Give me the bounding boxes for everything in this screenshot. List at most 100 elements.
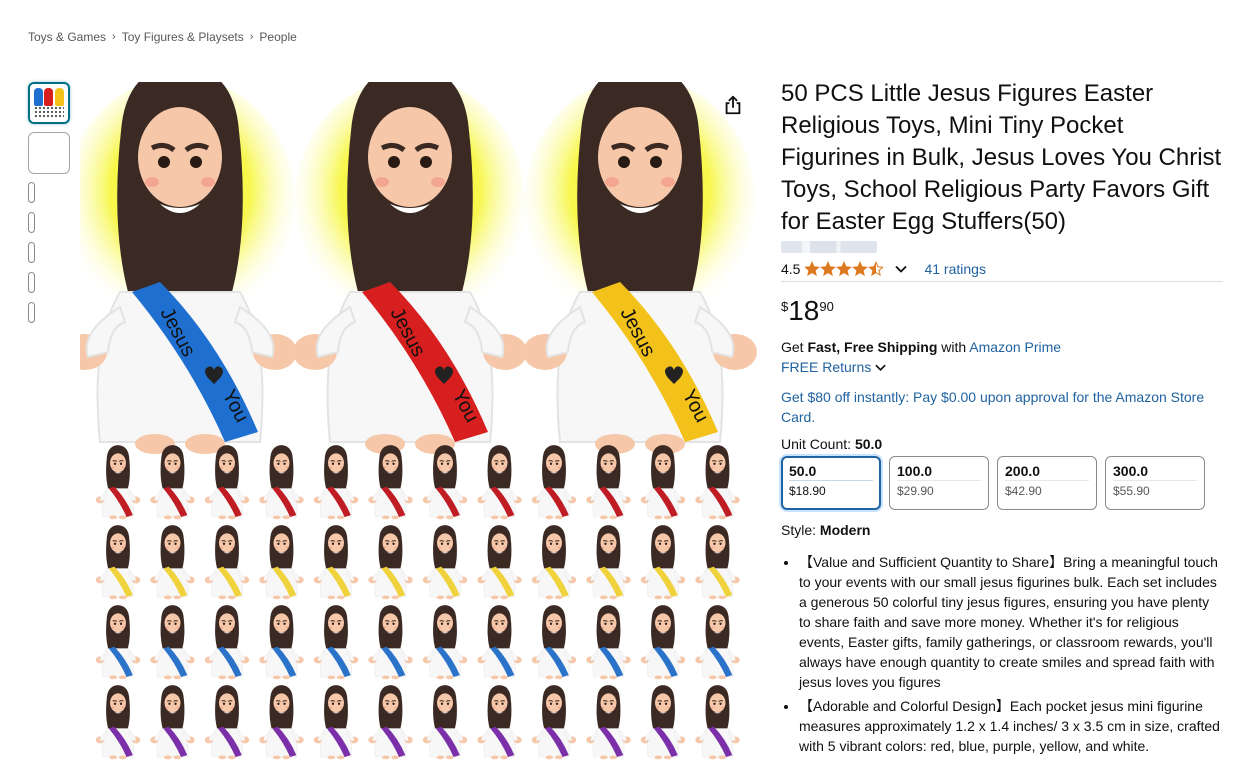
small-figure	[531, 525, 577, 600]
small-figure	[586, 445, 631, 520]
amazon-prime-link[interactable]: Amazon Prime	[969, 339, 1061, 355]
star-icon	[852, 260, 869, 276]
small-figure	[150, 445, 195, 520]
star-icon	[868, 260, 885, 276]
store-link-redacted[interactable]	[781, 241, 877, 253]
feature-bullet: 【Adorable and Colorful Design】Each pocke…	[799, 696, 1223, 756]
unit-option-100.0[interactable]: 100.0 $29.90	[889, 456, 989, 510]
small-figure	[259, 685, 304, 760]
feature-bullets: 【Value and Sufficient Quantity to Share】…	[781, 552, 1223, 756]
unit-option-value: 300.0	[1113, 461, 1197, 481]
share-icon[interactable]	[722, 94, 744, 116]
ratings-count-link[interactable]: 41 ratings	[924, 261, 985, 277]
small-figure	[368, 445, 413, 520]
product-image[interactable]: Jesus You Jesus You Jesus You	[80, 82, 760, 761]
unit-option-value: 50.0	[789, 461, 873, 481]
unit-option-50.0[interactable]: 50.0 $18.90	[781, 456, 881, 510]
product-details: 50 PCS Little Jesus Figures Easter Relig…	[781, 78, 1223, 760]
style-label: Style: Modern	[781, 522, 1223, 538]
small-figure	[313, 445, 359, 520]
breadcrumb: Toys & Games › Toy Figures & Playsets › …	[28, 30, 297, 44]
store-card-promo[interactable]: Get $80 off instantly: Pay $0.00 upon ap…	[781, 387, 1223, 427]
unit-option-price: $18.90	[789, 484, 826, 498]
price-fraction: 90	[819, 299, 834, 314]
small-figure	[640, 445, 686, 520]
small-figure	[422, 445, 468, 520]
breadcrumb-toy-figures[interactable]: Toy Figures & Playsets	[122, 30, 244, 44]
small-figure	[150, 685, 195, 760]
small-figure	[531, 445, 577, 520]
small-figure	[477, 685, 522, 760]
shipping-prefix: Get	[781, 339, 808, 355]
star-icon	[820, 260, 837, 276]
small-figure	[368, 605, 413, 680]
small-figure	[95, 685, 141, 760]
small-figure	[477, 445, 522, 520]
style-value: Modern	[819, 522, 871, 538]
small-figure	[640, 525, 686, 600]
small-figure	[695, 605, 740, 680]
unit-option-price: $55.90	[1113, 484, 1150, 498]
small-figure	[695, 525, 740, 600]
thumbnail-3[interactable]	[28, 182, 35, 203]
small-figure	[695, 445, 740, 520]
product-image-illustration: JesusYou JesusYou JesusYou	[80, 82, 757, 760]
breadcrumb-separator: ›	[112, 31, 116, 43]
thumbnail-grid	[34, 106, 64, 118]
small-figure	[95, 605, 141, 680]
chevron-down-icon[interactable]	[894, 262, 908, 276]
small-figure	[150, 525, 195, 600]
small-figure	[586, 525, 631, 600]
thumbnail-5[interactable]	[28, 242, 35, 263]
small-figure	[95, 525, 141, 600]
breadcrumb-toys-games[interactable]: Toys & Games	[28, 30, 106, 44]
chevron-down-icon	[875, 364, 886, 371]
rating-stars[interactable]	[804, 260, 885, 277]
breadcrumb-separator: ›	[249, 31, 254, 43]
small-figure	[477, 605, 522, 680]
unit-option-price: $42.90	[1005, 484, 1042, 498]
price-currency: $	[781, 299, 789, 314]
free-returns-label: FREE Returns	[781, 359, 872, 375]
unit-option-200.0[interactable]: 200.0 $42.90	[997, 456, 1097, 510]
unit-option-300.0[interactable]: 300.0 $55.90	[1105, 456, 1205, 510]
small-figure	[477, 525, 522, 600]
small-figure	[204, 445, 250, 520]
small-figure	[586, 685, 631, 760]
small-figure	[95, 445, 141, 520]
small-figure	[422, 685, 468, 760]
small-figure	[586, 605, 631, 680]
thumbnail-4[interactable]	[28, 212, 35, 233]
star-icon	[804, 260, 821, 276]
thumbnail-main[interactable]	[28, 82, 70, 124]
small-figure	[531, 605, 577, 680]
thumbnail-6[interactable]	[28, 272, 35, 293]
small-figure	[695, 685, 740, 760]
small-figure	[368, 525, 413, 600]
thumbnail-7[interactable]	[28, 302, 35, 323]
thumbnail-2[interactable]	[28, 132, 70, 174]
small-figure	[422, 605, 468, 680]
unit-count-text: Unit Count:	[781, 436, 855, 452]
small-figure	[313, 685, 359, 760]
small-figure	[313, 605, 359, 680]
thumbnail-figures	[33, 88, 65, 106]
small-figure	[204, 525, 250, 600]
small-figure	[150, 605, 195, 680]
small-figure	[204, 685, 250, 760]
small-figure	[368, 685, 413, 760]
small-figure	[640, 685, 686, 760]
product-title: 50 PCS Little Jesus Figures Easter Relig…	[781, 80, 1222, 235]
rating-summary: 4.5 41 ratings	[781, 258, 1223, 282]
small-figure	[259, 445, 304, 520]
small-figure	[422, 525, 468, 600]
small-figure	[259, 525, 304, 600]
unit-count-label: Unit Count: 50.0	[781, 436, 1223, 452]
feature-bullet: 【Value and Sufficient Quantity to Share】…	[799, 552, 1223, 692]
unit-count-options: 50.0 $18.90 100.0 $29.90 200.0 $42.90 300.0 $55…	[781, 456, 1223, 510]
free-returns[interactable]: FREE Returns	[781, 357, 1223, 377]
breadcrumb-people[interactable]: People	[259, 30, 296, 44]
unit-count-value: 50.0	[854, 436, 883, 452]
unit-option-price: $29.90	[897, 484, 934, 498]
style-text: Style:	[781, 522, 820, 538]
